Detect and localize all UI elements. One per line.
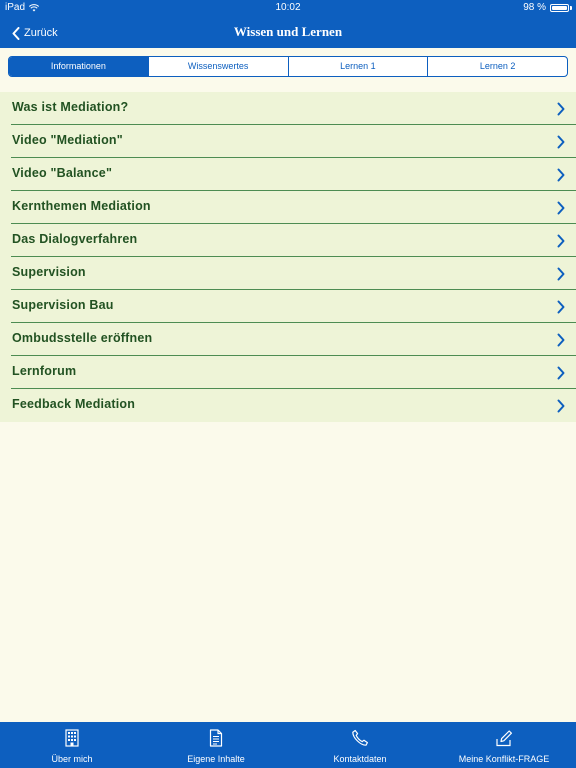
tab-meine-konflikt-frage[interactable]: Meine Konflikt-FRAGE [432,722,576,768]
list-item-label: Video "Mediation" [12,133,123,147]
tab-label: Meine Konflikt-FRAGE [458,754,550,764]
list-item-lernforum[interactable]: Lernforum [0,356,576,389]
chevron-right-icon [557,300,565,314]
tab-label: Eigene Inhalte [187,754,245,764]
segment-informationen[interactable]: Informationen [9,57,148,76]
phone-icon [352,729,368,746]
chevron-right-icon [557,201,565,215]
chevron-right-icon [557,366,565,380]
chevron-right-icon [557,234,565,248]
tab-label: Über mich [51,754,93,764]
segment-wissenswertes[interactable]: Wissenswertes [147,57,288,76]
battery-icon [550,4,569,12]
list-item-supervision[interactable]: Supervision [0,257,576,290]
battery-percent: 98 % [523,2,546,13]
tab-label: Kontaktdaten [333,754,387,764]
nav-bar: Zurück Wissen und Lernen [0,16,576,48]
list-item-label: Video "Balance" [12,166,113,180]
tab-eigene-inhalte[interactable]: Eigene Inhalte [144,722,288,768]
list-item-label: Supervision [12,265,86,279]
chevron-right-icon [557,135,565,149]
battery-fill [552,6,567,10]
list-item-label: Das Dialogverfahren [12,232,138,246]
device-name: iPad [5,2,26,13]
chevron-right-icon [557,399,565,413]
top-bar: 10:02 iPad 98 % Zurück Wissen und Lernen [0,0,576,48]
list-item-ombudsstelle-eroeffnen[interactable]: Ombudsstelle eröffnen [0,323,576,356]
list-item-label: Was ist Mediation? [12,100,129,114]
tab-kontaktdaten[interactable]: Kontaktdaten [288,722,432,768]
edit-icon [496,730,512,747]
list-item-video-mediation[interactable]: Video "Mediation" [0,125,576,158]
segment-lernen-2[interactable]: Lernen 2 [427,57,567,76]
chevron-right-icon [557,267,565,281]
list-item-label: Feedback Mediation [12,397,136,411]
tab-bar: Über mich Eigene Inhalte Kontaktdaten Me… [0,722,576,768]
status-right: 98 % [523,0,572,16]
list-item-feedback-mediation[interactable]: Feedback Mediation [0,389,576,422]
list-item-supervision-bau[interactable]: Supervision Bau [0,290,576,323]
wifi-icon [29,4,40,12]
document-icon [209,729,223,747]
building-icon [65,729,79,747]
list-item-label: Ombudsstelle eröffnen [12,331,153,345]
list-item-video-balance[interactable]: Video "Balance" [0,158,576,191]
status-bar: 10:02 iPad 98 % [0,0,576,16]
list-item-label: Lernforum [12,364,77,378]
page-title: Wissen und Lernen [233,24,343,39]
status-left: iPad [5,0,40,16]
status-time: 10:02 [275,2,301,13]
chevron-right-icon [557,102,565,116]
list-item-was-ist-mediation[interactable]: Was ist Mediation? [0,92,576,125]
chevron-right-icon [557,168,565,182]
battery-tip [570,6,572,10]
segment-lernen-1[interactable]: Lernen 1 [287,57,428,76]
topic-list: Was ist Mediation? Video "Mediation" Vid… [0,92,576,422]
tab-ueber-mich[interactable]: Über mich [0,722,144,768]
chevron-right-icon [557,333,565,347]
list-item-label: Supervision Bau [12,298,114,312]
list-item-kernthemen-mediation[interactable]: Kernthemen Mediation [0,191,576,224]
list-item-label: Kernthemen Mediation [12,199,151,213]
list-item-das-dialogverfahren[interactable]: Das Dialogverfahren [0,224,576,257]
segmented-control: Informationen Wissenswertes Lernen 1 Ler… [8,56,568,77]
